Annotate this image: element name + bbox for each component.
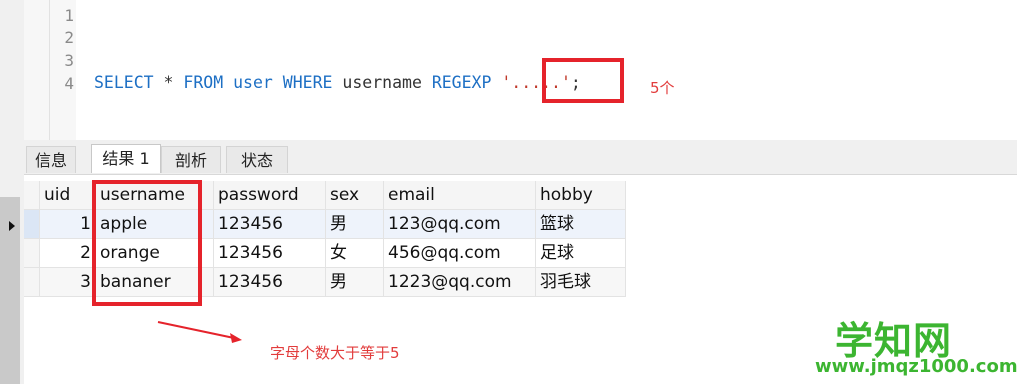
- cell-password[interactable]: 123456: [214, 210, 326, 239]
- row-selector[interactable]: [24, 210, 40, 239]
- keyword-select: SELECT: [94, 73, 154, 92]
- sql-query-line[interactable]: SELECT * FROM user WHERE username REGEXP…: [94, 73, 581, 93]
- cell-sex[interactable]: 男: [326, 210, 384, 239]
- select-star: *: [153, 73, 184, 92]
- cell-email[interactable]: 123@qq.com: [384, 210, 536, 239]
- cell-uid[interactable]: 1: [40, 210, 96, 239]
- cell-uid[interactable]: 2: [40, 239, 96, 268]
- row-selector[interactable]: [24, 268, 40, 297]
- keyword-where: WHERE: [282, 73, 333, 92]
- cell-password[interactable]: 123456: [214, 239, 326, 268]
- tab-info[interactable]: 信息: [26, 146, 76, 173]
- tab-result-1[interactable]: 结果 1: [91, 144, 161, 173]
- cell-password[interactable]: 123456: [214, 268, 326, 297]
- line-number: 1: [64, 6, 74, 25]
- username-length-annotation: 字母个数大于等于5: [270, 344, 400, 362]
- row-selector[interactable]: [24, 239, 40, 268]
- tab-status[interactable]: 状态: [226, 146, 288, 173]
- line-number: 2: [64, 28, 74, 47]
- current-row-arrow-icon: [9, 221, 15, 231]
- table-name: user: [233, 73, 273, 92]
- column-name: username: [332, 73, 432, 92]
- cell-hobby[interactable]: 足球: [536, 239, 626, 268]
- keyword-from: FROM: [183, 73, 224, 92]
- column-header-sex[interactable]: sex: [326, 181, 384, 210]
- annotation-arrow-icon: [157, 321, 242, 343]
- cell-hobby[interactable]: 篮球: [536, 210, 626, 239]
- cell-email[interactable]: 1223@qq.com: [384, 268, 536, 297]
- cell-sex[interactable]: 女: [326, 239, 384, 268]
- line-number: 4: [64, 74, 74, 93]
- cell-sex[interactable]: 男: [326, 268, 384, 297]
- column-header-uid[interactable]: uid: [40, 181, 96, 210]
- cell-uid[interactable]: 3: [40, 268, 96, 297]
- watermark-url: www.jmqz1000.com: [815, 356, 1017, 377]
- username-column-highlight-box: [92, 180, 202, 306]
- cell-hobby[interactable]: 羽毛球: [536, 268, 626, 297]
- column-header-password[interactable]: password: [214, 181, 326, 210]
- tab-profile[interactable]: 剖析: [161, 146, 221, 173]
- cell-email[interactable]: 456@qq.com: [384, 239, 536, 268]
- row-indicator-header: [24, 181, 40, 210]
- keyword-regexp: REGEXP: [431, 73, 492, 92]
- pattern-highlight-box: [542, 58, 624, 103]
- column-header-hobby[interactable]: hobby: [536, 181, 626, 210]
- pattern-annotation: 5个: [650, 79, 675, 97]
- line-number: 3: [64, 51, 74, 70]
- column-header-email[interactable]: email: [384, 181, 536, 210]
